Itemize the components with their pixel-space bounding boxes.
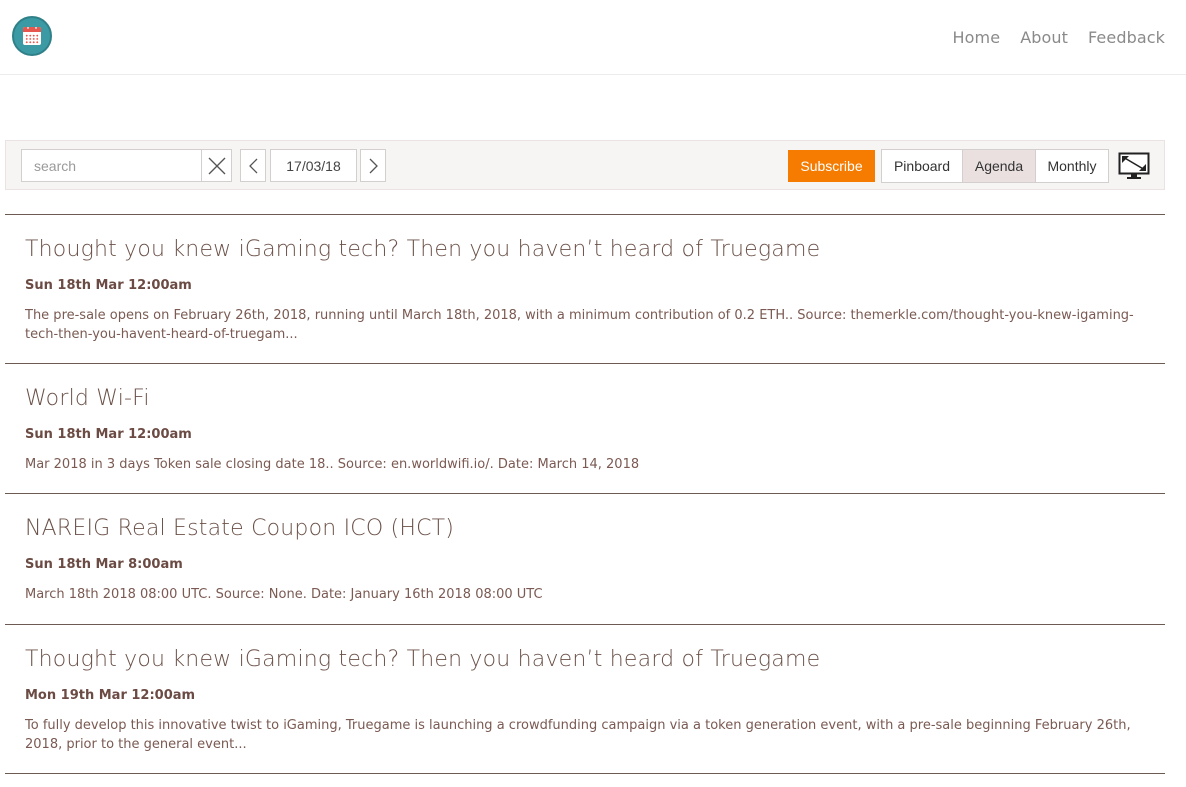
calendar-toolbar: 17/03/18 Subscribe Pinboard Agenda Month… — [5, 140, 1165, 190]
event-title[interactable]: Thought you knew iGaming tech? Then you … — [25, 215, 1145, 262]
agenda-list: Thought you knew iGaming tech? Then you … — [5, 214, 1165, 774]
event-date: Sun 18th Mar 12:00am — [25, 427, 192, 442]
next-date-button[interactable] — [360, 149, 386, 182]
close-icon — [208, 157, 226, 175]
site-header: Home About Feedback — [0, 0, 1186, 75]
list-item: Thought you knew iGaming tech? Then you … — [5, 215, 1165, 364]
calendar-icon[interactable] — [12, 16, 52, 56]
chevron-right-icon — [369, 158, 378, 174]
list-item: World Wi-Fi Sun 18th Mar 12:00am Mar 201… — [5, 364, 1165, 494]
calendar-graphic — [23, 27, 41, 45]
nav-home-link[interactable]: Home — [953, 28, 1001, 47]
view-pinboard-button[interactable]: Pinboard — [882, 150, 962, 182]
list-item: Thought you knew iGaming tech? Then you … — [5, 625, 1165, 774]
event-description: March 18th 2018 08:00 UTC. Source: None.… — [25, 587, 543, 602]
view-monthly-button[interactable]: Monthly — [1035, 150, 1108, 182]
fullscreen-button[interactable] — [1118, 152, 1150, 180]
previous-date-button[interactable] — [240, 149, 266, 182]
event-date: Sun 18th Mar 8:00am — [25, 557, 183, 572]
event-date: Mon 19th Mar 12:00am — [25, 688, 196, 703]
event-description: The pre-sale opens on February 26th, 201… — [25, 308, 1134, 342]
event-title[interactable]: World Wi-Fi — [25, 364, 1145, 411]
event-title[interactable]: NAREIG Real Estate Coupon ICO (HCT) — [25, 494, 1145, 541]
event-description: To fully develop this innovative twist t… — [25, 718, 1131, 752]
fullscreen-icon — [1118, 152, 1150, 179]
search-input[interactable] — [21, 149, 202, 182]
view-agenda-button[interactable]: Agenda — [962, 150, 1035, 182]
event-title[interactable]: Thought you knew iGaming tech? Then you … — [25, 625, 1145, 672]
clear-search-button[interactable] — [201, 149, 232, 182]
event-description: Mar 2018 in 3 days Token sale closing da… — [25, 457, 640, 472]
nav-feedback-link[interactable]: Feedback — [1088, 28, 1165, 47]
top-nav: Home About Feedback — [953, 28, 1165, 47]
nav-about-link[interactable]: About — [1020, 28, 1068, 47]
chevron-left-icon — [249, 158, 258, 174]
list-item: NAREIG Real Estate Coupon ICO (HCT) Sun … — [5, 494, 1165, 625]
current-date-field[interactable]: 17/03/18 — [270, 149, 357, 182]
view-switcher: Pinboard Agenda Monthly — [881, 149, 1109, 183]
subscribe-button[interactable]: Subscribe — [788, 150, 875, 182]
event-date: Sun 18th Mar 12:00am — [25, 278, 192, 293]
